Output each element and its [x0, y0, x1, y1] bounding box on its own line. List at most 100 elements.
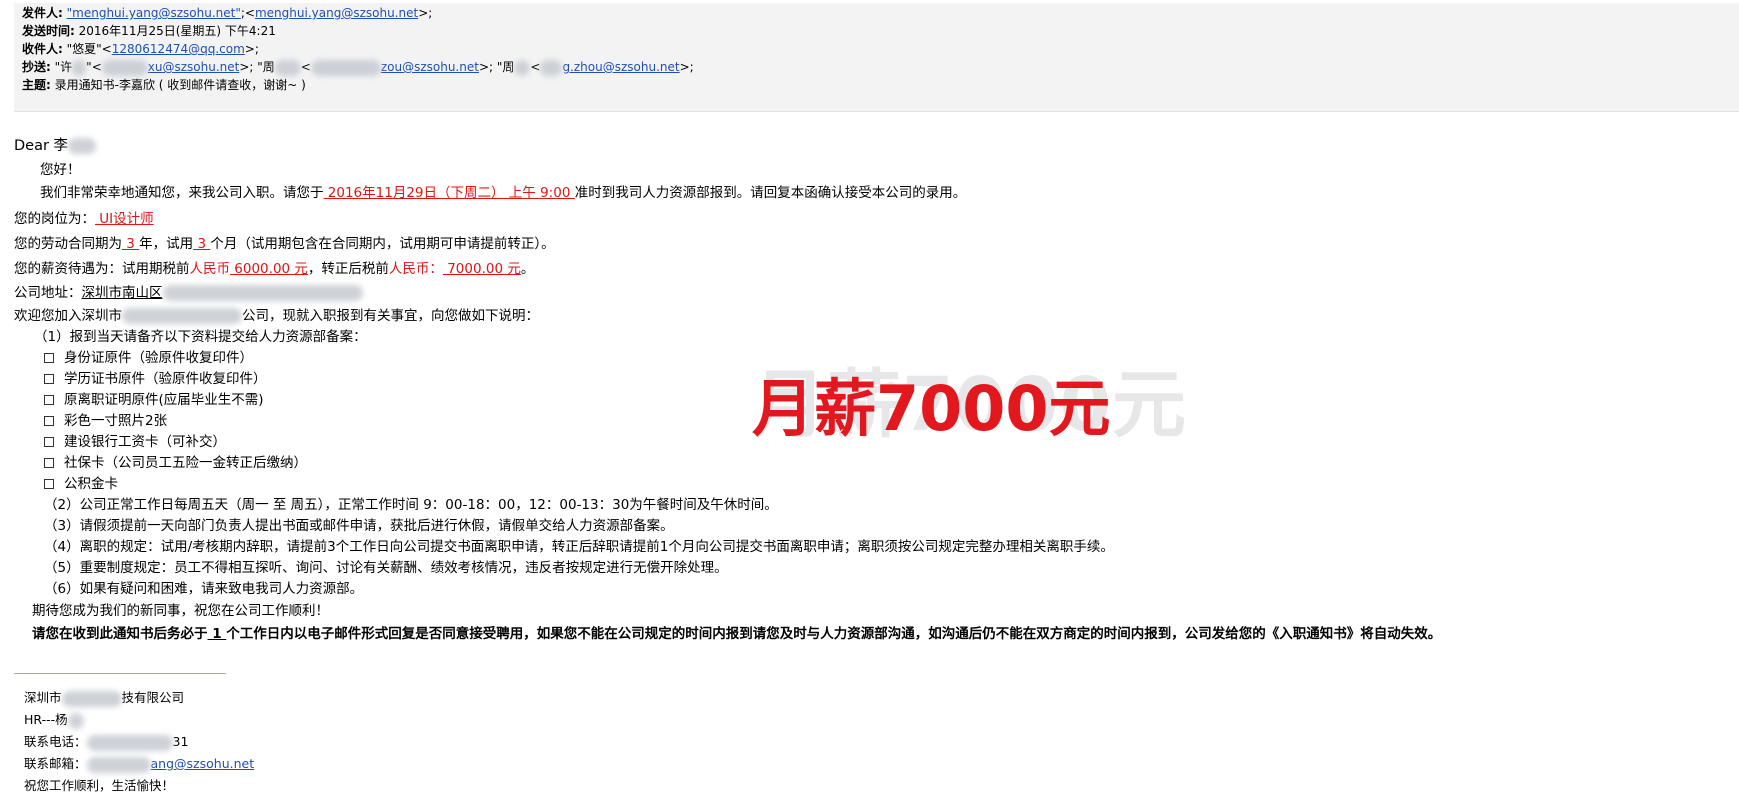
intro-line: 我们非常荣幸地通知您，来我公司入职。请您于 2016年11月29日（下周二） 上… [40, 183, 966, 203]
redacted-blur [274, 59, 301, 76]
to-email-link[interactable]: 1280612474@qq.com [112, 42, 245, 56]
subject-label: 主题: [22, 78, 51, 92]
salary-watermark: 月薪7000元 [752, 372, 1111, 445]
rule-item-3: （3）请假须提前一天向部门负责人提出书面或邮件申请，获批后进行休假，请假单交给人… [44, 518, 674, 534]
redacted-blur [122, 308, 242, 324]
redacted-blur [72, 59, 87, 76]
redacted-blur [86, 756, 151, 773]
email-header: 发件人: "menghui.yang@szsohu.net";<menghui.… [14, 3, 1739, 112]
cc-1-email-link[interactable]: xu@szsohu.net [148, 60, 240, 74]
cc-3-email-link[interactable]: g.zhou@szsohu.net [562, 60, 679, 74]
to-label: 收件人: [22, 42, 63, 56]
redacted-blur [540, 59, 563, 76]
to-name: "悠夏"< [66, 42, 112, 56]
checklist-label: 学历证书原件（验原件收复印件） [64, 371, 267, 387]
checklist-label: 公积金卡 [64, 476, 118, 492]
checkbox-icon [44, 374, 54, 384]
redacted-blur [310, 59, 381, 76]
rule-item-4: （4）离职的规定：试用/考核期内辞职，请提前3个工作日向公司提交书面离职申请，转… [44, 539, 1114, 555]
checklist-label: 原离职证明原件(应届毕业生不需) [64, 392, 264, 408]
checklist-label: 彩色一寸照片2张 [64, 413, 168, 429]
checkbox-icon [44, 437, 54, 447]
position-value: UI设计师 [95, 211, 154, 227]
salary-end: 。 [520, 261, 535, 277]
dear-text: Dear 李 [14, 138, 69, 154]
checklist-item: 学历证书原件（验原件收复印件） [44, 369, 267, 389]
rule-item-2: （2）公司正常工作日每周五天（周一 至 周五），正常工作时间 9：00-18：0… [44, 497, 778, 513]
phone-label: 联系电话： [24, 734, 87, 749]
salary-rmb2: 人民币： [388, 261, 443, 277]
from-email-link[interactable]: menghui.yang@szsohu.net [255, 6, 418, 20]
company-b: 技有限公司 [121, 690, 185, 705]
checklist-label: 建设银行工资卡（可补交） [64, 434, 226, 450]
redacted-blur [67, 712, 84, 729]
sent-value: 2016年11月25日(星期五) 下午4:21 [78, 24, 276, 38]
cc-2-email-link[interactable]: zou@szsohu.net [381, 60, 479, 74]
notice-b: 个工作日内以电子邮件形式回复是否同意接受聘用，如果您不能在公司规定的时间内报到请… [226, 626, 1442, 642]
checklist-item: 社保卡（公司员工五险一金转正后缴纳） [44, 453, 307, 473]
contract-a: 您的劳动合同期为 [14, 236, 122, 252]
cc-3-mid: < [530, 60, 541, 74]
salary-formal: 7000.00 元 [442, 261, 521, 277]
contract-line: 您的劳动合同期为 3 年，试用 3 个月（试用期包含在合同期内，试用期可申请提前… [14, 234, 555, 254]
cc-2-end: >; "周 [478, 60, 515, 74]
from-row: 发件人: "menghui.yang@szsohu.net";<menghui.… [22, 3, 432, 23]
hr-name: HR---杨 [24, 712, 68, 727]
signature-divider [14, 673, 226, 674]
checkbox-icon [44, 458, 54, 468]
welcome-a: 欢迎您加入深圳市 [14, 308, 122, 324]
signature-phone: 联系电话： 31 [24, 732, 188, 752]
cc-row: 抄送: "许 "< xu@szsohu.net>; "周 < zou@szsohu.ne… [22, 57, 694, 77]
checkbox-icon [44, 395, 54, 405]
from-sep: ;< [240, 6, 255, 20]
phone-end: 31 [172, 734, 189, 749]
redacted-blur [101, 59, 148, 76]
redacted-blur [68, 138, 97, 154]
checklist-item: 彩色一寸照片2张 [44, 411, 167, 431]
notice-a: 请您在收到此通知书后务必于 [32, 626, 208, 642]
checkbox-icon [44, 353, 54, 363]
greeting-line: Dear 李 [14, 136, 97, 156]
to-end: >; [244, 42, 259, 56]
checklist-label: 身份证原件（验原件收复印件） [64, 350, 253, 366]
salary-rmb1: 人民币 [189, 261, 231, 277]
intro-b: 准时到我司人力资源部报到。请回复本函确认接受本公司的录用。 [574, 185, 967, 201]
cc-3-end: >; [679, 60, 694, 74]
email-label: 联系邮箱： [24, 756, 87, 771]
address-label: 公司地址： [14, 285, 82, 301]
rule-item-5: （5）重要制度规定：员工不得相互探听、询问、讨论有关薪酬、绩效考核情况，违反者按… [44, 560, 728, 576]
signature-email: 联系邮箱： ang@szsohu.net [24, 754, 254, 774]
sent-row: 发送时间: 2016年11月25日(星期五) 下午4:21 [22, 21, 276, 41]
checklist-item: 身份证原件（验原件收复印件） [44, 348, 253, 368]
contract-c: 个月（试用期包含在合同期内，试用期可申请提前转正）。 [210, 236, 555, 252]
reply-notice: 请您在收到此通知书后务必于 1 个工作日内以电子邮件形式回复是否同意接受聘用，如… [32, 624, 1441, 644]
closing-text: 期待您成为我们的新同事，祝您在公司工作顺利！ [32, 603, 329, 619]
cc-1-name: "许 [54, 60, 73, 74]
from-name: "menghui.yang@szsohu.net" [66, 6, 241, 20]
start-date: 2016年11月29日（下周二） 上午 9:00 [323, 185, 575, 201]
checklist-item: 原离职证明原件(应届毕业生不需) [44, 390, 264, 410]
from-end: >; [418, 6, 433, 20]
intro-a: 我们非常荣幸地通知您，来我公司入职。请您于 [40, 185, 324, 201]
probation-months: 3 [193, 236, 211, 252]
position-label: 您的岗位为： [14, 211, 95, 227]
welcome-b: 公司，现就入职报到有关事宜，向您做如下说明： [242, 308, 539, 324]
signature-email-link[interactable]: ang@szsohu.net [151, 756, 255, 771]
from-label: 发件人: [22, 6, 63, 20]
cc-label: 抄送: [22, 60, 51, 74]
to-row: 收件人: "悠夏"<1280612474@qq.com>; [22, 39, 259, 59]
cc-2-mid: < [300, 60, 311, 74]
subject-row: 主题: 录用通知书-李嘉欣 ( 收到邮件请查收，谢谢~ ) [22, 75, 306, 95]
cc-1-end: >; "周 [239, 60, 275, 74]
signature-wish: 祝您工作顺利，生活愉快！ [24, 778, 175, 793]
checkbox-icon [44, 479, 54, 489]
checkbox-icon [44, 416, 54, 426]
signature-company: 深圳市 技有限公司 [24, 688, 184, 708]
rule-item-6: （6）如果有疑问和困难，请来致电我司人力资源部。 [44, 581, 364, 597]
address-value: 深圳市南山区 [81, 285, 163, 301]
sent-label: 发送时间: [22, 24, 75, 38]
contract-b: 年，试用 [139, 236, 194, 252]
contract-years: 3 [122, 236, 140, 252]
subject-value: 录用通知书-李嘉欣 ( 收到邮件请查收，谢谢~ ) [54, 78, 306, 92]
salary-a: 您的薪资待遇为：试用期税前 [14, 261, 190, 277]
